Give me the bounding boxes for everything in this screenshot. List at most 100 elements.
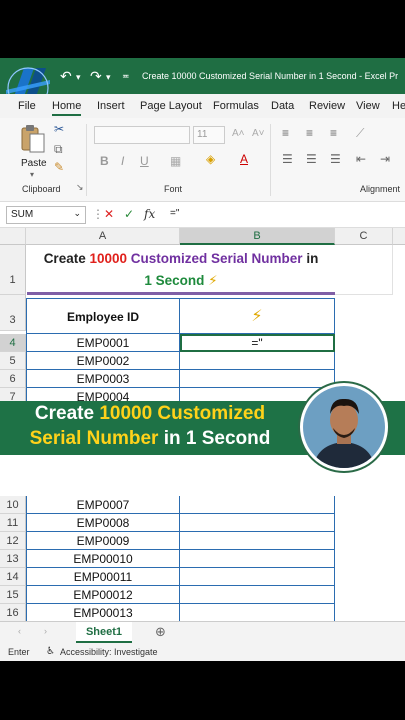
font-color-icon[interactable]: A: [240, 152, 248, 166]
title-text-green: 1 Second: [144, 273, 209, 288]
align-right-icon[interactable]: ☰: [330, 152, 341, 166]
tab-data[interactable]: Data: [271, 100, 294, 112]
serial-cell[interactable]: [180, 352, 335, 370]
employee-id-cell[interactable]: EMP0003: [26, 370, 180, 388]
employee-id-cell[interactable]: EMP0007: [26, 496, 180, 514]
serial-cell[interactable]: [180, 568, 335, 586]
chevron-down-icon[interactable]: ⌄: [73, 208, 81, 219]
scroll-right-icon[interactable]: ›: [44, 626, 47, 636]
decrease-indent-icon[interactable]: ⇤: [356, 152, 366, 166]
column-header-c[interactable]: C: [335, 228, 393, 245]
cell-c1[interactable]: [335, 245, 393, 295]
row-header[interactable]: 12: [0, 532, 26, 550]
paste-dropdown-icon[interactable]: ▾: [30, 170, 34, 179]
row-header[interactable]: 14: [0, 568, 26, 586]
employee-id-cell[interactable]: EMP0008: [26, 514, 180, 532]
enter-icon[interactable]: ✓: [124, 207, 134, 221]
row-header[interactable]: 5: [0, 352, 26, 370]
align-middle-icon[interactable]: ≡: [306, 126, 313, 140]
undo-icon[interactable]: ↶: [60, 68, 72, 85]
shrink-font-icon[interactable]: A˅: [252, 128, 265, 139]
column-header-b[interactable]: B: [180, 228, 335, 245]
redo-dropdown-icon[interactable]: ▾: [106, 72, 111, 83]
employee-id-cell[interactable]: EMP00012: [26, 586, 180, 604]
row-header[interactable]: 3: [0, 295, 26, 331]
align-center-icon[interactable]: ☰: [306, 152, 317, 166]
align-top-icon[interactable]: ≡: [282, 126, 289, 140]
merged-title-cell[interactable]: Create 10000 Customized Serial Number in…: [27, 245, 335, 295]
font-size-combo[interactable]: 11: [193, 126, 225, 144]
serial-cell[interactable]: [180, 532, 335, 550]
serial-cell[interactable]: [180, 586, 335, 604]
name-box[interactable]: SUM ⌄: [6, 206, 86, 224]
format-painter-icon[interactable]: ✎: [54, 160, 64, 174]
row-header[interactable]: 13: [0, 550, 26, 568]
serial-cell[interactable]: [180, 370, 335, 388]
formula-input[interactable]: =": [170, 208, 179, 219]
serial-cell[interactable]: [180, 514, 335, 532]
grow-font-icon[interactable]: A˄: [232, 128, 245, 139]
row-header[interactable]: 15: [0, 586, 26, 604]
row-header[interactable]: 4: [0, 334, 26, 352]
cut-icon[interactable]: ✂: [54, 122, 64, 136]
insert-function-icon[interactable]: fx: [144, 207, 155, 221]
font-name-combo[interactable]: [94, 126, 190, 144]
row-header[interactable]: 10: [0, 496, 26, 514]
orientation-icon[interactable]: ⟋: [356, 126, 364, 141]
increase-indent-icon[interactable]: ⇥: [380, 152, 390, 166]
column-header-a[interactable]: A: [26, 228, 180, 245]
employee-id-cell[interactable]: EMP00011: [26, 568, 180, 586]
borders-icon[interactable]: ▦: [170, 154, 181, 168]
sheet-tab-bar: ‹ › Sheet1 ⊕: [0, 621, 405, 643]
employee-id-cell[interactable]: EMP0009: [26, 532, 180, 550]
tab-file[interactable]: File: [18, 100, 36, 112]
active-cell-b4[interactable]: =": [180, 334, 335, 352]
serial-cell[interactable]: [180, 604, 335, 622]
align-bottom-icon[interactable]: ≡: [330, 126, 337, 140]
tab-view[interactable]: View: [356, 100, 380, 112]
paste-label[interactable]: Paste: [21, 158, 47, 169]
serial-cell[interactable]: [180, 550, 335, 568]
tab-home[interactable]: Home: [52, 100, 82, 116]
employee-id-cell[interactable]: EMP0001: [26, 334, 180, 352]
employee-id-cell[interactable]: EMP00013: [26, 604, 180, 622]
column-header-d[interactable]: [393, 228, 405, 245]
undo-dropdown-icon[interactable]: ▾: [76, 72, 81, 83]
employee-id-header[interactable]: Employee ID: [26, 298, 180, 334]
ribbon-separator: [270, 124, 271, 196]
status-bar: Enter ♿ Accessibility: Investigate: [0, 643, 405, 661]
copy-icon[interactable]: ⧉: [54, 142, 63, 157]
customize-qat-icon[interactable]: ≖: [122, 71, 130, 82]
tab-formulas[interactable]: Formulas: [213, 100, 259, 112]
formula-bar: SUM ⌄ ⋮ ✕ ✓ fx =": [0, 202, 405, 228]
clipboard-launcher-icon[interactable]: ↘: [76, 182, 84, 193]
employee-id-cell[interactable]: EMP00010: [26, 550, 180, 568]
row-header[interactable]: 1: [0, 245, 26, 295]
accessibility-status[interactable]: Accessibility: Investigate: [60, 647, 158, 657]
tab-help[interactable]: He: [392, 100, 405, 112]
align-left-icon[interactable]: ☰: [282, 152, 293, 166]
ribbon-tabs: File Home Insert Page Layout Formulas Da…: [0, 94, 405, 118]
row-header[interactable]: 6: [0, 370, 26, 388]
banner-number: 10000: [99, 403, 153, 424]
scroll-left-icon[interactable]: ‹: [18, 626, 21, 636]
select-all-corner[interactable]: [0, 228, 26, 245]
lightning-icon[interactable]: ⚡: [180, 298, 335, 334]
tab-page-layout[interactable]: Page Layout: [140, 100, 202, 112]
bold-button[interactable]: B: [100, 154, 109, 168]
paste-icon[interactable]: [20, 124, 46, 154]
tab-review[interactable]: Review: [309, 100, 345, 112]
window-title: Create 10000 Customized Serial Number in…: [142, 71, 399, 81]
italic-button[interactable]: I: [121, 154, 124, 168]
tab-insert[interactable]: Insert: [97, 100, 125, 112]
plus-circle-icon[interactable]: ⊕: [155, 624, 166, 640]
row-header[interactable]: 16: [0, 604, 26, 622]
cancel-icon[interactable]: ✕: [104, 207, 114, 221]
employee-id-cell[interactable]: EMP0002: [26, 352, 180, 370]
fill-color-icon[interactable]: ◈: [206, 152, 215, 166]
sheet-tab[interactable]: Sheet1: [76, 622, 132, 643]
serial-cell[interactable]: [180, 496, 335, 514]
row-header[interactable]: 11: [0, 514, 26, 532]
underline-button[interactable]: U: [140, 154, 149, 168]
redo-icon[interactable]: ↷: [90, 68, 102, 85]
